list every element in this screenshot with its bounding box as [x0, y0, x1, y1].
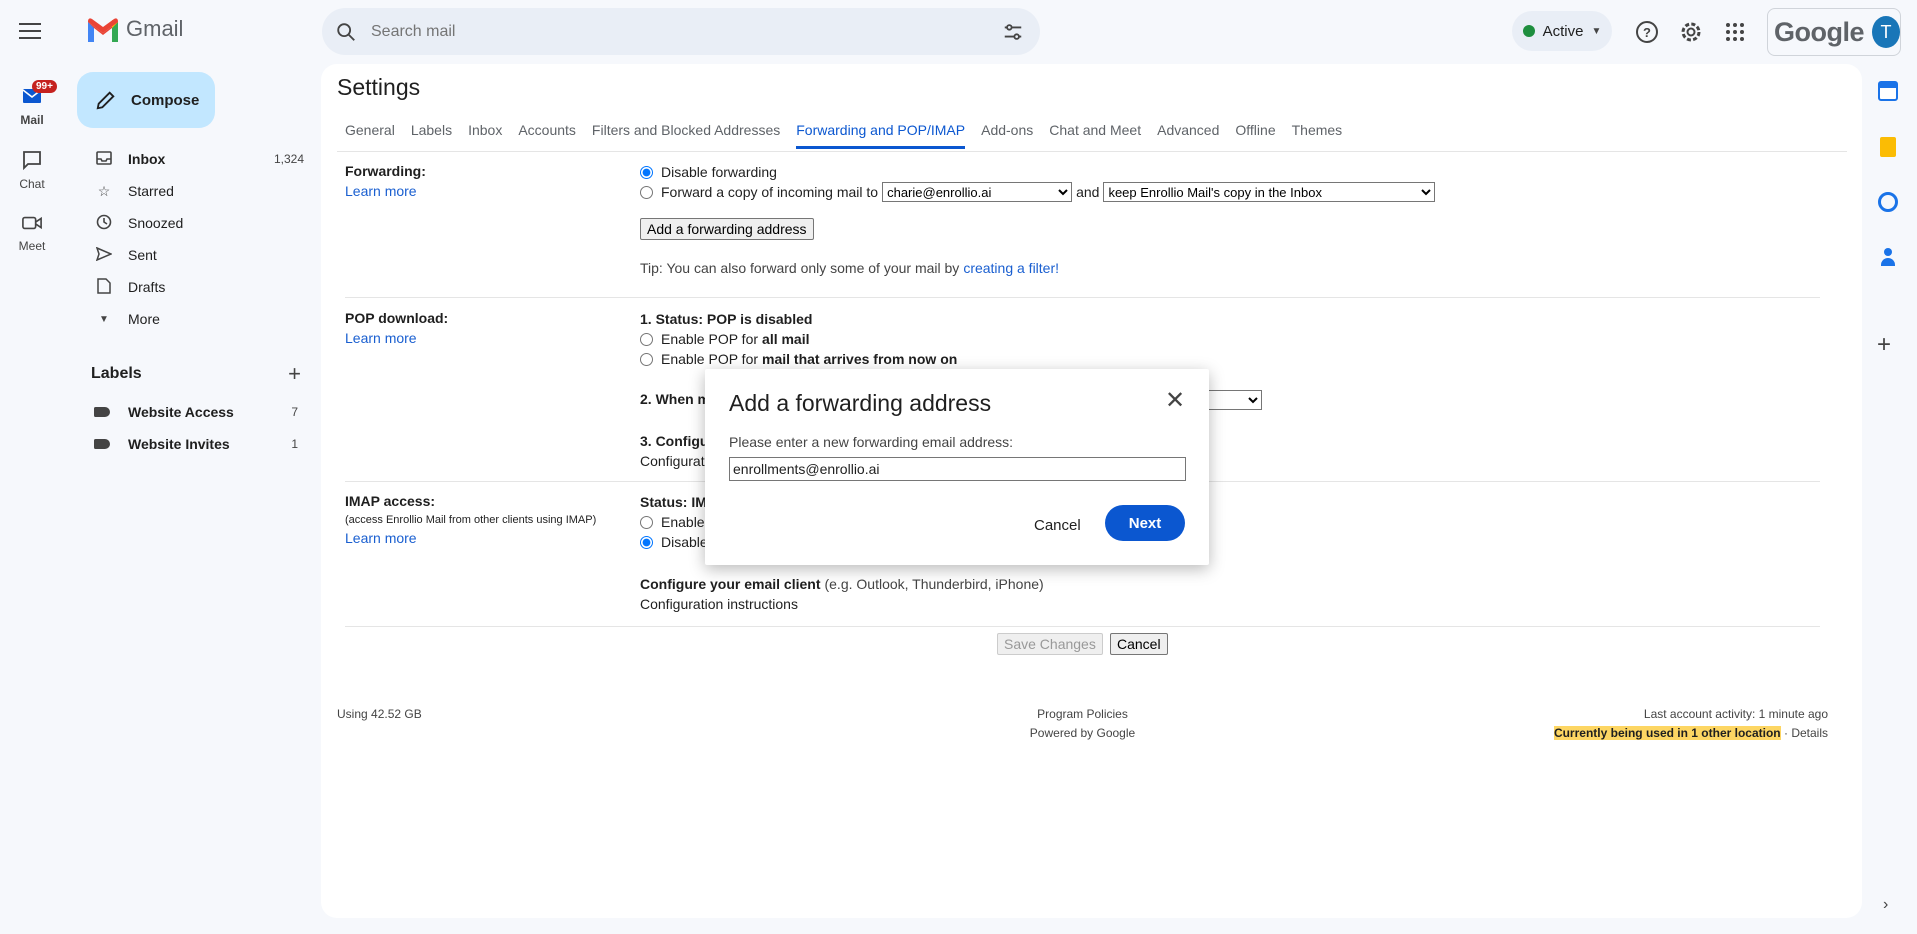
- dialog-title: Add a forwarding address: [729, 390, 992, 416]
- forwarding-dialog: Add a forwarding address ✕ Please enter …: [705, 369, 1209, 565]
- dialog-next-button[interactable]: Next: [1105, 505, 1185, 541]
- dialog-prompt: Please enter a new forwarding email addr…: [729, 434, 1014, 450]
- dialog-cancel-button[interactable]: Cancel: [1030, 513, 1085, 538]
- dialog-close-icon[interactable]: ✕: [1165, 389, 1185, 413]
- forwarding-email-input[interactable]: [729, 457, 1186, 481]
